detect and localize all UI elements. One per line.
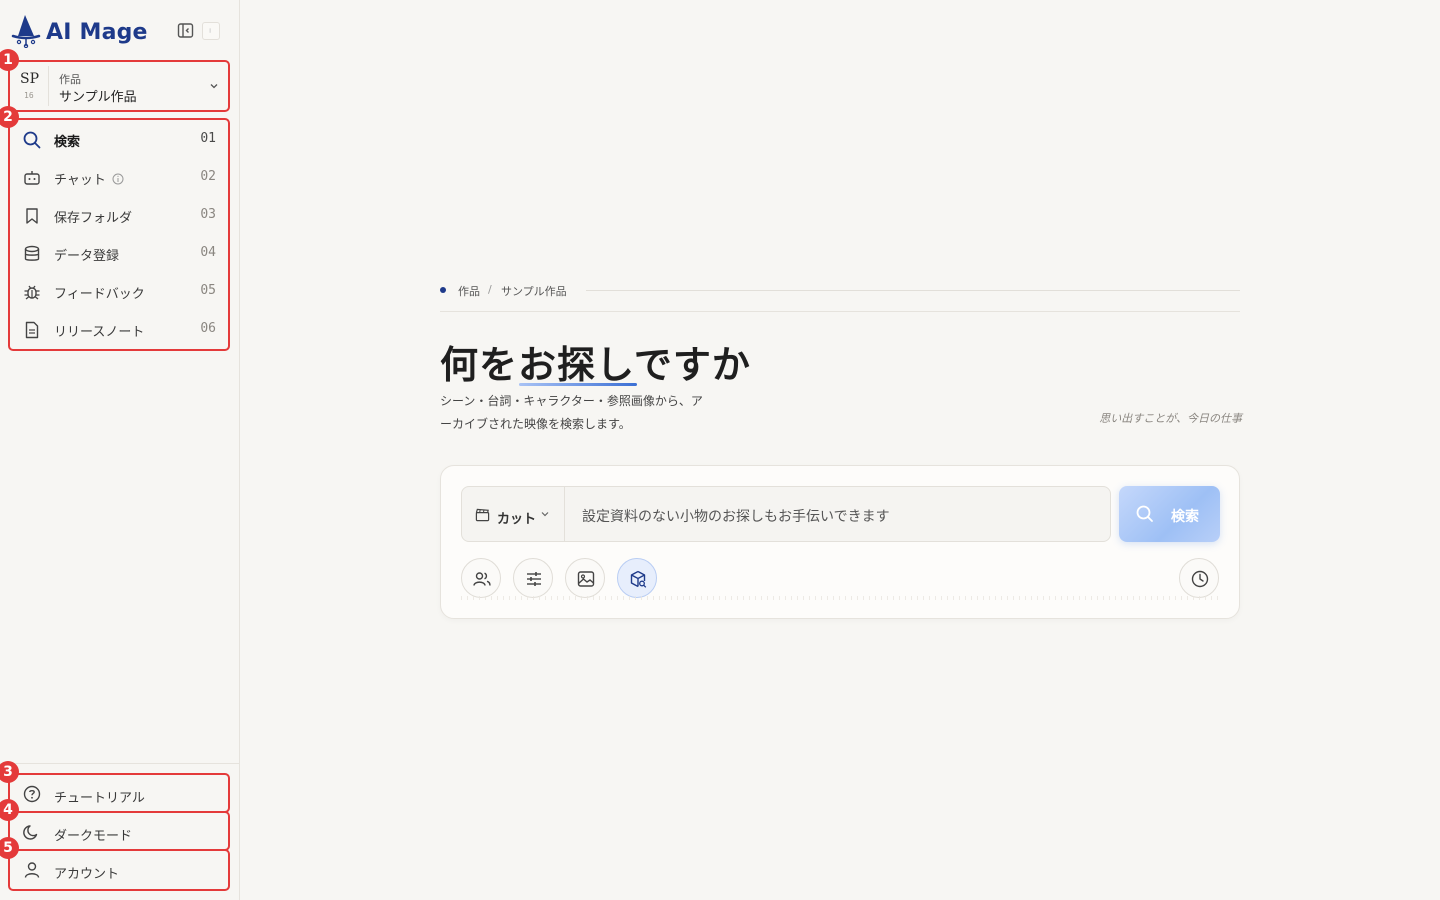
history-button[interactable] [1179, 558, 1219, 598]
brand-name: AI Mage [46, 20, 148, 45]
character-filter-button[interactable] [461, 558, 501, 598]
breadcrumb-item-project[interactable]: サンプル作品 [501, 283, 567, 299]
divider [0, 763, 239, 764]
image-icon [577, 571, 595, 587]
clapperboard-icon [475, 508, 490, 522]
object-search-button[interactable] [617, 558, 657, 598]
divider [586, 290, 1240, 291]
panel-toggle-button[interactable] [202, 22, 220, 40]
subtitle-line: ーカイブされた映像を検索します。 [440, 417, 631, 431]
sidebar: AI Mage SP 16 作品 サンプル作品 1 検索 01 チャット 02 [0, 0, 240, 900]
logo-row: AI Mage [10, 14, 230, 50]
box-search-icon [630, 570, 647, 588]
dots-icon [209, 28, 211, 33]
search-icon [1136, 505, 1153, 522]
search-input-group: カット 設定資料のない小物のお探しもお手伝いできます [461, 486, 1111, 542]
sliders-icon [527, 572, 541, 586]
annotation-box-4 [8, 811, 230, 851]
search-button[interactable]: 検索 [1119, 486, 1220, 542]
annotation-box-1 [8, 60, 230, 112]
search-input[interactable]: 設定資料のない小物のお探しもお手伝いできます [582, 506, 890, 526]
search-button-label: 検索 [1171, 509, 1199, 525]
annotation-box-5 [8, 849, 230, 891]
title-underline [519, 383, 637, 386]
users-icon [473, 572, 491, 586]
search-scope-select[interactable]: カット [462, 487, 565, 541]
breadcrumb: 作品 / サンプル作品 [440, 280, 1240, 300]
image-search-button[interactable] [565, 558, 605, 598]
page-subtitle: シーン・台詞・キャラクター・参照画像から、ア ーカイブされた映像を検索します。 [440, 390, 720, 436]
annotation-box-2 [8, 118, 230, 351]
breadcrumb-separator: / [488, 283, 492, 296]
page-title: 何をお探しですか [440, 342, 751, 387]
search-scope-label: カット [497, 512, 537, 527]
clock-icon [1191, 570, 1209, 588]
annotation-box-3 [8, 773, 230, 813]
divider [440, 311, 1240, 312]
breadcrumb-item-works[interactable]: 作品 [458, 283, 480, 299]
sidebar-collapse-icon[interactable] [177, 22, 195, 40]
subtitle-line: シーン・台詞・キャラクター・参照画像から、ア [440, 394, 703, 408]
breadcrumb-dot [440, 287, 446, 293]
filter-settings-button[interactable] [513, 558, 553, 598]
chevron-down-icon [541, 512, 549, 517]
search-panel: カット 設定資料のない小物のお探しもお手伝いできます 検索 [440, 465, 1240, 619]
tagline: 思い出すことが、今日の仕事 [1099, 412, 1242, 425]
wizard-hat-logo-icon [11, 15, 41, 48]
decorative-strip [461, 596, 1221, 600]
